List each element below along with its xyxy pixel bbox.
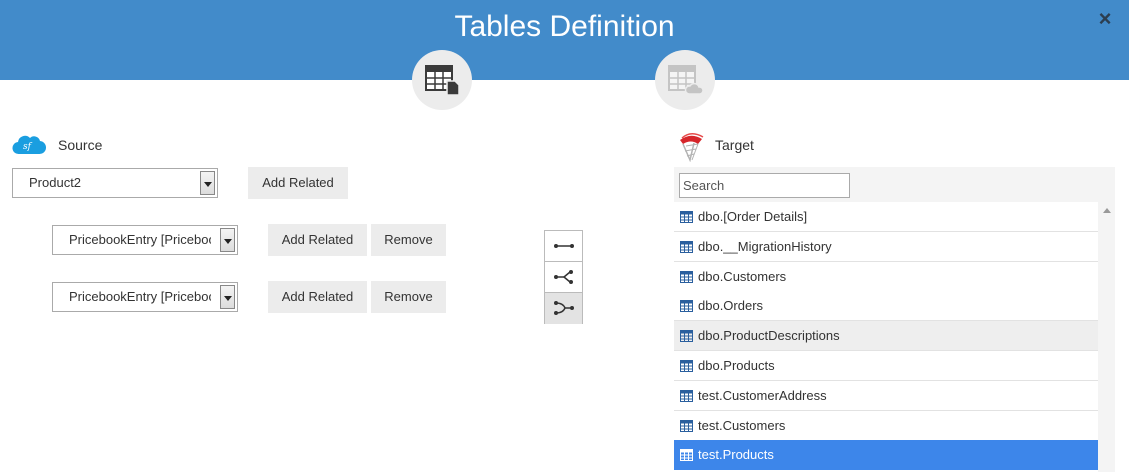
step-target-cloud[interactable] [655,50,715,110]
table-icon [680,300,693,313]
target-table-list: dbo.[Order Details] dbo.__MigrationHistor… [674,202,1098,472]
related-table-select-2[interactable]: PricebookEntry [Pricebook [52,282,238,312]
dropdown-arrow-icon[interactable] [220,285,235,309]
related-table-value-1: PricebookEntry [Pricebook [69,232,211,247]
table-name: dbo.[Order Details] [698,209,808,224]
table-list-item[interactable]: test.Products [674,440,1098,471]
table-list-item[interactable]: dbo.[Order Details] [674,202,1098,232]
table-name: dbo.ProductDescriptions [698,328,840,344]
add-related-button-2[interactable]: Add Related [268,281,367,313]
salesforce-icon: sf [12,135,46,155]
join-straight-icon [554,244,574,248]
dialog-header: Tables Definition × [0,0,1129,80]
dialog-title: Tables Definition [454,10,675,43]
dropdown-arrow-icon[interactable] [200,171,215,195]
join-split-button[interactable] [545,262,582,293]
join-merge-button[interactable] [545,293,582,324]
table-list-item[interactable]: dbo.Products [674,351,1098,381]
step-table-definition[interactable] [412,50,472,110]
table-icon [680,270,693,283]
join-merge-icon [554,301,574,315]
source-label: Source [58,137,103,153]
source-table-select[interactable]: Product2 [12,168,218,198]
tables-definition-dialog: Tables Definition × sf Source Product2 A… [0,0,1129,472]
table-name: dbo.__MigrationHistory [698,238,832,254]
table-name: dbo.Customers [698,268,787,284]
table-name: test.Customers [698,417,786,433]
remove-button-2[interactable]: Remove [371,281,446,313]
close-icon[interactable]: × [1095,8,1115,30]
table-icon [680,360,693,372]
join-straight-button[interactable] [545,231,582,262]
target-label: Target [715,137,754,153]
table-file-icon [425,65,460,96]
table-list-item[interactable]: test.Customers [674,410,1098,441]
search-input[interactable] [679,173,850,198]
table-name: dbo.Products [698,358,775,373]
table-list-item[interactable]: dbo.Orders [674,291,1098,322]
table-name: dbo.Orders [698,298,764,314]
table-icon [680,240,693,253]
table-list-item[interactable]: dbo.__MigrationHistory [674,231,1098,262]
table-name: test.CustomerAddress [698,387,827,403]
add-related-button[interactable]: Add Related [248,167,348,199]
table-name: test.Products [698,447,774,463]
table-cloud-icon [668,65,704,95]
table-icon [680,389,693,402]
list-scrollbar[interactable] [1098,202,1115,472]
source-table-value: Product2 [29,175,82,190]
table-icon [680,330,693,343]
table-list-item[interactable]: dbo.Customers [674,261,1098,292]
add-related-button-1[interactable]: Add Related [268,224,367,256]
related-table-value-2: PricebookEntry [Pricebook [69,289,211,304]
join-split-icon [554,270,573,284]
sql-server-icon [680,133,704,162]
table-icon [680,211,693,223]
table-icon [680,419,693,432]
scroll-up-icon[interactable] [1103,208,1111,213]
table-list-item[interactable]: dbo.ProductDescriptions [674,321,1098,352]
dropdown-arrow-icon[interactable] [220,228,235,252]
table-list-item[interactable]: test.CustomerAddress [674,380,1098,411]
join-type-group [544,230,583,324]
related-table-select-1[interactable]: PricebookEntry [Pricebook [52,225,238,255]
remove-button-1[interactable]: Remove [371,224,446,256]
table-icon [680,449,693,462]
